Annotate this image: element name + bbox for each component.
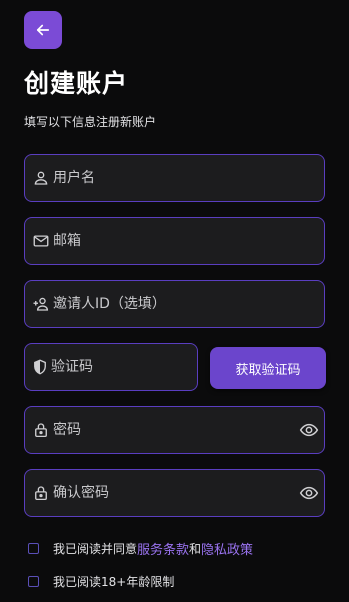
- password-input[interactable]: [53, 407, 298, 453]
- terms-checkbox[interactable]: [28, 543, 39, 554]
- page-subtitle: 填写以下信息注册新账户: [24, 115, 157, 129]
- password-field[interactable]: [24, 406, 325, 454]
- eye-icon[interactable]: [298, 419, 320, 441]
- lock-icon: [31, 483, 51, 503]
- privacy-link[interactable]: 隐私政策: [201, 539, 253, 558]
- back-button[interactable]: [24, 11, 62, 49]
- mail-icon: [31, 231, 51, 251]
- arrow-left-icon: [36, 24, 50, 36]
- captcha-input[interactable]: [51, 344, 225, 390]
- terms-and: 和: [189, 542, 202, 556]
- captcha-field[interactable]: [24, 343, 225, 391]
- get-code-button[interactable]: 获取验证码: [210, 347, 326, 389]
- username-field[interactable]: [24, 154, 325, 202]
- invite-id-input[interactable]: [53, 281, 324, 327]
- eye-icon[interactable]: [298, 482, 320, 504]
- confirm-password-field[interactable]: [24, 469, 325, 517]
- terms-prefix: 我已阅读并同意: [53, 542, 138, 556]
- terms-row: 我已阅读并同意 服务条款 和 隐私政策: [28, 539, 253, 558]
- confirm-password-input[interactable]: [53, 470, 298, 516]
- age-row: 我已阅读18+年龄限制: [28, 573, 174, 590]
- email-field[interactable]: [24, 217, 325, 265]
- username-input[interactable]: [53, 155, 324, 201]
- terms-link[interactable]: 服务条款: [137, 539, 189, 558]
- page-title: 创建账户: [24, 69, 129, 98]
- invite-id-field[interactable]: [24, 280, 325, 328]
- lock-icon: [31, 420, 51, 440]
- register-page: 创建账户 填写以下信息注册新账户 用户名 邮箱 邀请人ID（选填） 验证码 获取…: [0, 0, 349, 602]
- user-icon: [31, 168, 51, 188]
- shield-icon: [31, 357, 49, 377]
- age-label: 我已阅读18+年龄限制: [53, 575, 175, 589]
- person-add-icon: [31, 294, 51, 314]
- age-checkbox[interactable]: [28, 576, 39, 587]
- email-input[interactable]: [53, 218, 324, 264]
